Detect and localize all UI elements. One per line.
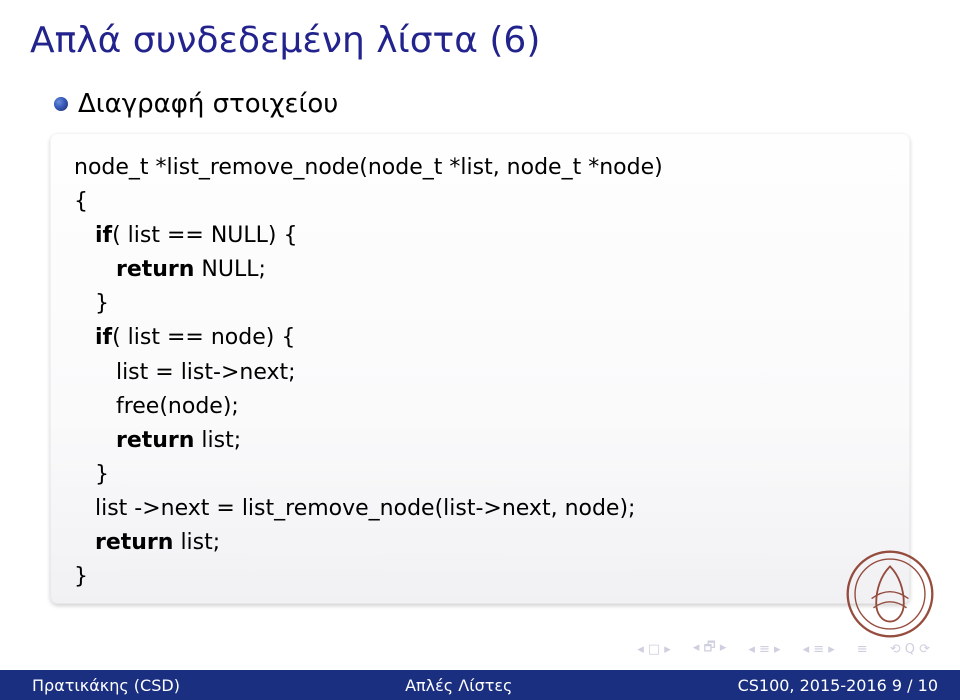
code-line: list ->next = list_remove_node(list->nex… — [74, 496, 635, 521]
footer-title: Απλές Λίστες — [180, 676, 738, 695]
nav-prev-slide-icon[interactable]: ◂ □ ▸ — [637, 642, 671, 657]
code-line — [74, 530, 95, 555]
code-line — [74, 223, 95, 248]
code-line: NULL; — [194, 257, 265, 282]
nav-prev-section-icon[interactable]: ◂ ≡ ▸ — [748, 642, 780, 657]
code-line: ( list == node) { — [112, 325, 295, 350]
code-line: node_t *list_remove_node(node_t *list, n… — [74, 155, 663, 180]
code-line: ( list == NULL) { — [112, 223, 297, 248]
code-line: free(node); — [74, 394, 239, 419]
keyword-return: return — [95, 530, 173, 555]
code-line — [74, 325, 95, 350]
bullet-text: Διαγραφή στοιχείου — [78, 89, 338, 119]
code-line — [74, 257, 116, 282]
footer-page: CS100, 2015-2016 9 / 10 — [738, 676, 960, 695]
slide-title: Απλά συνδεδεμένη λίστα (6) — [30, 20, 930, 61]
code-line: list; — [173, 530, 220, 555]
nav-back-icon[interactable]: ≡ — [857, 642, 868, 657]
code-line: list = list->next; — [74, 360, 296, 385]
university-seal-icon — [844, 548, 936, 640]
code-block: node_t *list_remove_node(node_t *list, n… — [50, 133, 910, 604]
footer-author: Πρατικάκης (CSD) — [0, 676, 180, 695]
code-line: list; — [194, 428, 241, 453]
keyword-if: if — [95, 325, 112, 350]
keyword-return: return — [116, 257, 194, 282]
nav-prev-subsection-icon[interactable]: ◂ ≡ ▸ — [803, 642, 835, 657]
nav-loop-icon[interactable]: ⟲ Q ⟳ — [890, 642, 930, 657]
code-line — [74, 428, 116, 453]
slide: Απλά συνδεδεμένη λίστα (6) Διαγραφή στοι… — [0, 0, 960, 700]
bullet-item: Διαγραφή στοιχείου — [54, 89, 930, 119]
code-line: } — [74, 291, 109, 316]
beamer-nav: ◂ □ ▸ ◂ 🗗 ▸ ◂ ≡ ▸ ◂ ≡ ▸ ≡ ⟲ Q ⟳ — [637, 638, 930, 660]
code-line: { — [74, 189, 88, 214]
keyword-if: if — [95, 223, 112, 248]
code-line: } — [74, 462, 109, 487]
nav-prev-frame-icon[interactable]: ◂ 🗗 ▸ — [693, 638, 727, 660]
bullet-icon — [54, 97, 68, 111]
keyword-return: return — [116, 428, 194, 453]
code-line: } — [74, 564, 88, 589]
slide-footer: Πρατικάκης (CSD) Απλές Λίστες CS100, 201… — [0, 670, 960, 700]
